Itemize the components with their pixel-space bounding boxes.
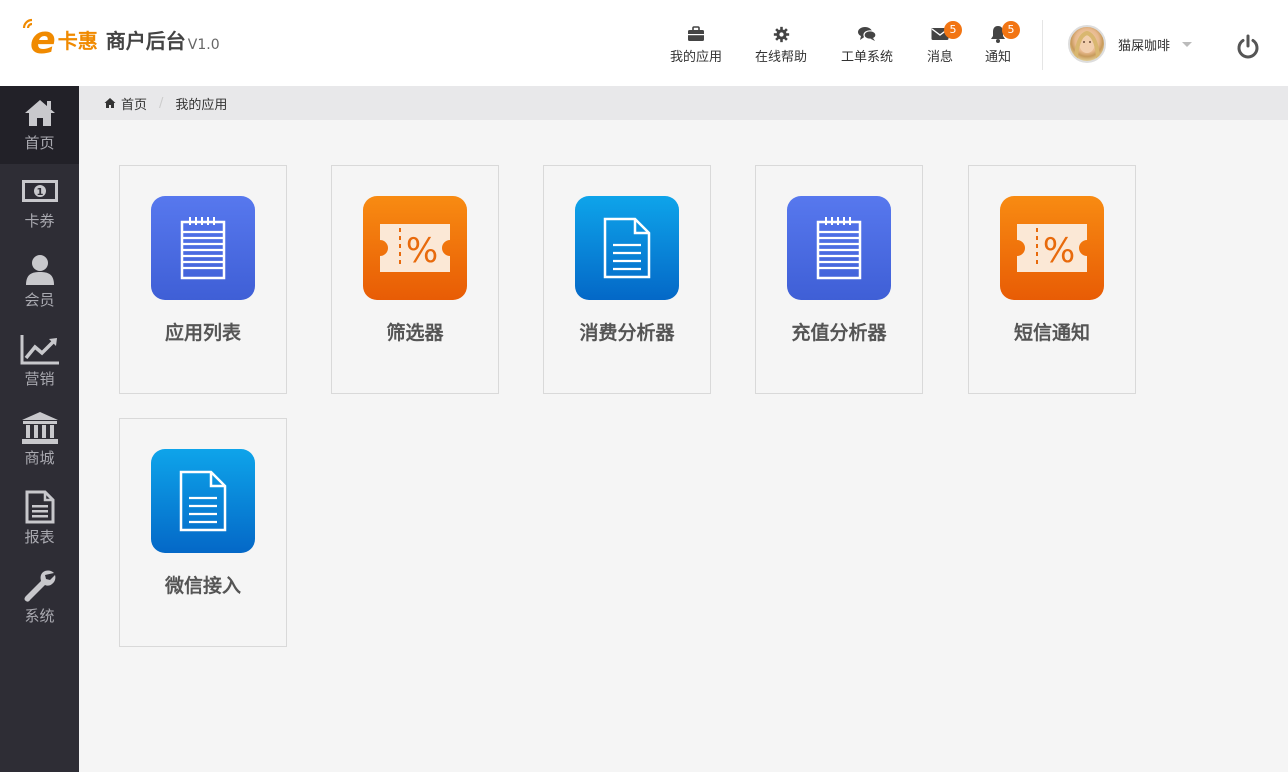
breadcrumb: 首页 / 我的应用 (79, 86, 1288, 120)
top-header: e 卡惠 商户后台 V1.0 我的应用 在线帮助 工单系统 消息 5 通知 5 … (0, 0, 1288, 86)
app-name: 消费分析器 (579, 322, 675, 344)
sidebar-item-label: 卡券 (24, 212, 55, 230)
coupon-icon: % (1000, 196, 1104, 300)
app-card-wechat-access[interactable]: 微信接入 (119, 418, 287, 647)
logo-version: V1.0 (187, 37, 220, 53)
app-name: 短信通知 (1013, 322, 1090, 344)
wrench-icon (20, 569, 60, 603)
sidebar-item-label: 会员 (24, 291, 55, 309)
sidebar-item-label: 首页 (24, 134, 55, 152)
app-name: 微信接入 (164, 575, 241, 597)
topnav-label: 我的应用 (669, 50, 722, 65)
topnav-ticket-system[interactable]: 工单系统 (832, 24, 902, 65)
user-icon (20, 253, 60, 287)
bank-icon (20, 411, 60, 445)
app-name: 筛选器 (386, 322, 444, 344)
header-divider (1042, 20, 1043, 70)
sidebar-item-home[interactable]: 首页 (0, 86, 79, 164)
sidebar-item-marketing[interactable]: 营销 (0, 322, 79, 400)
sidebar-item-system[interactable]: 系统 (0, 559, 79, 637)
topnav-label: 消息 (926, 50, 953, 65)
file-icon (151, 449, 255, 553)
messages-badge: 5 (944, 21, 962, 39)
app-card-sms-notify[interactable]: % 短信通知 (968, 165, 1136, 394)
sidebar-item-coupons[interactable]: 1 卡券 (0, 164, 79, 242)
svg-text:1: 1 (36, 187, 43, 198)
svg-text:%: % (1043, 231, 1075, 271)
user-menu[interactable]: 猫屎咖啡 (1068, 25, 1193, 63)
topnav-label: 在线帮助 (754, 50, 807, 65)
sidebar-item-reports[interactable]: 报表 (0, 480, 79, 558)
notepad-icon (151, 196, 255, 300)
app-name: 应用列表 (164, 322, 241, 344)
sidebar-item-members[interactable]: 会员 (0, 243, 79, 321)
signal-waves-icon (22, 18, 33, 29)
chevron-down-icon[interactable] (1182, 41, 1193, 47)
briefcase-icon (685, 24, 707, 44)
sidebar-item-label: 报表 (24, 528, 55, 546)
svg-text:%: % (406, 231, 438, 271)
document-icon (20, 490, 60, 524)
app-card-filter[interactable]: % 筛选器 (331, 165, 499, 394)
topnav-label: 通知 (984, 50, 1011, 65)
app-card-recharge-analyzer[interactable]: 充值分析器 (755, 165, 923, 394)
app-card-consumption-analyzer[interactable]: 消费分析器 (543, 165, 711, 394)
sidebar-item-label: 商城 (24, 449, 55, 467)
sidebar-item-label: 营销 (24, 370, 55, 388)
power-icon[interactable] (1235, 34, 1261, 60)
app-card-app-list[interactable]: 应用列表 (119, 165, 287, 394)
notepad-icon (787, 196, 891, 300)
sidebar-item-mall[interactable]: 商城 (0, 401, 79, 479)
topnav-my-apps[interactable]: 我的应用 (661, 24, 731, 65)
home-icon (20, 96, 60, 130)
logo-product: 商户后台 (105, 29, 186, 53)
breadcrumb-current: 我的应用 (175, 97, 228, 113)
avatar[interactable] (1068, 25, 1106, 63)
breadcrumb-separator: / (159, 95, 164, 111)
logo[interactable]: e 卡惠 商户后台 V1.0 (22, 18, 220, 59)
sidebar: 首页 1 卡券 会员 营销 商城 报表 系统 (0, 86, 79, 772)
gear-icon (770, 24, 792, 44)
app-name: 充值分析器 (791, 322, 887, 344)
topnav-label: 工单系统 (840, 50, 893, 65)
file-icon (575, 196, 679, 300)
logo-brand: 卡惠 (57, 29, 98, 53)
notices-badge: 5 (1002, 21, 1020, 39)
sidebar-item-label: 系统 (24, 607, 55, 625)
coupon-icon: % (363, 196, 467, 300)
topnav-online-help[interactable]: 在线帮助 (746, 24, 816, 65)
topnav-notices[interactable]: 通知 5 (963, 21, 1033, 65)
home-icon (104, 98, 116, 108)
banknote-icon: 1 (20, 174, 60, 208)
line-chart-icon (20, 332, 60, 366)
breadcrumb-home[interactable]: 首页 (121, 94, 147, 113)
chat-icon (856, 24, 878, 44)
username: 猫屎咖啡 (1118, 38, 1171, 54)
